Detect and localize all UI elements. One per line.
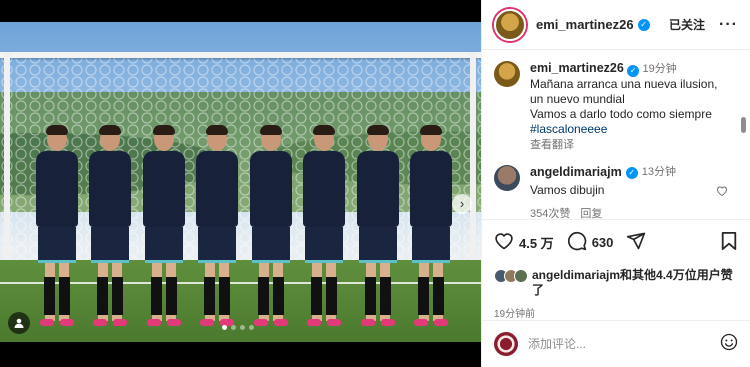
carousel-indicator <box>222 325 254 330</box>
player <box>194 125 240 332</box>
comment-username[interactable]: angeldimariajm <box>530 165 622 180</box>
caption-body: emi_martinez26 ✓ 19分钟 Mañana arranca una… <box>530 61 717 153</box>
player <box>34 125 80 332</box>
share-icon[interactable] <box>626 231 646 254</box>
goal-crossbar <box>0 52 481 58</box>
comment-item: angeldimariajm ✓ 13分钟 Vamos dibujin 354次… <box>494 165 738 219</box>
caption-username[interactable]: emi_martinez26 <box>530 61 624 75</box>
carousel-dot <box>231 325 236 330</box>
more-options-icon[interactable]: ··· <box>719 16 738 34</box>
instagram-post-viewer: › emi_martinez26 ✓ 已关注 ··· emi_martinez2… <box>0 0 750 367</box>
caption-line: un nuevo mundial <box>530 92 625 106</box>
see-translation-link[interactable]: 查看翻译 <box>530 138 717 153</box>
avatar[interactable] <box>494 8 526 41</box>
scrollbar[interactable] <box>741 117 746 133</box>
emoji-icon[interactable] <box>720 333 738 356</box>
player <box>248 125 294 332</box>
verified-badge-icon: ✓ <box>625 166 638 179</box>
verified-badge-icon: ✓ <box>627 65 640 77</box>
reply-button[interactable]: 回复 <box>580 207 602 219</box>
post-header: emi_martinez26 ✓ 已关注 ··· <box>482 0 750 50</box>
avatar <box>514 269 528 283</box>
comments-section: emi_martinez26 ✓ 19分钟 Mañana arranca una… <box>482 51 750 219</box>
heart-icon[interactable] <box>494 231 514 253</box>
avatar <box>494 332 518 356</box>
heart-icon[interactable] <box>716 185 728 199</box>
player <box>141 125 187 332</box>
caption-line: Mañana arranca una nueva ilusion, <box>530 77 718 91</box>
player <box>408 125 454 332</box>
comment-action: 630 <box>567 231 614 254</box>
carousel-dot <box>249 325 254 330</box>
bookmark-icon[interactable] <box>720 231 738 254</box>
carousel-dot <box>222 325 227 330</box>
caption-line: Vamos a darlo todo como siempre <box>530 107 712 121</box>
hashtag-link[interactable]: #lascaloneeee <box>530 122 717 137</box>
caption-time: 19分钟 <box>642 63 677 75</box>
liked-by[interactable]: angeldimariajm和其他4.4万位用户赞了 <box>494 268 738 298</box>
likes-count[interactable]: 4.5 万 <box>519 233 554 252</box>
avatar[interactable] <box>494 165 520 191</box>
header-username-row: emi_martinez26 ✓ <box>536 17 650 32</box>
chevron-right-icon[interactable]: › <box>452 194 472 214</box>
header-username[interactable]: emi_martinez26 <box>536 17 634 32</box>
comments-count[interactable]: 630 <box>592 235 614 250</box>
user-tag-icon[interactable] <box>8 312 30 334</box>
post-timestamp: 19分钟前 <box>494 309 536 320</box>
caption: emi_martinez26 ✓ 19分钟 Mañana arranca una… <box>494 61 738 153</box>
comment-likes[interactable]: 354次赞 <box>530 207 570 219</box>
avatar[interactable] <box>494 61 520 87</box>
add-comment-bar <box>482 320 750 367</box>
liked-by-text[interactable]: angeldimariajm和其他4.4万位用户赞了 <box>528 268 738 298</box>
player <box>87 125 133 332</box>
liker-avatars <box>494 268 528 283</box>
like-action: 4.5 万 <box>494 231 554 253</box>
post-actions: 4.5 万 630 angeldimariajm和其他4.4万位用户赞了 19分… <box>482 219 750 320</box>
comment-text: Vamos dibujin <box>530 183 605 197</box>
players-group <box>34 117 454 332</box>
comment-input[interactable] <box>528 337 720 351</box>
following-button[interactable]: 已关注 <box>669 16 705 33</box>
post-photo[interactable]: › <box>0 22 481 342</box>
verified-badge-icon: ✓ <box>637 18 650 31</box>
comment-body: angeldimariajm ✓ 13分钟 Vamos dibujin 354次… <box>530 165 676 219</box>
comment-icon[interactable] <box>567 231 587 254</box>
player <box>301 125 347 332</box>
post-detail-panel: emi_martinez26 ✓ 已关注 ··· emi_martinez26 … <box>481 0 750 367</box>
comment-time: 13分钟 <box>641 166 676 178</box>
post-media-pane: › <box>0 0 481 367</box>
carousel-dot <box>240 325 245 330</box>
player <box>355 125 401 332</box>
